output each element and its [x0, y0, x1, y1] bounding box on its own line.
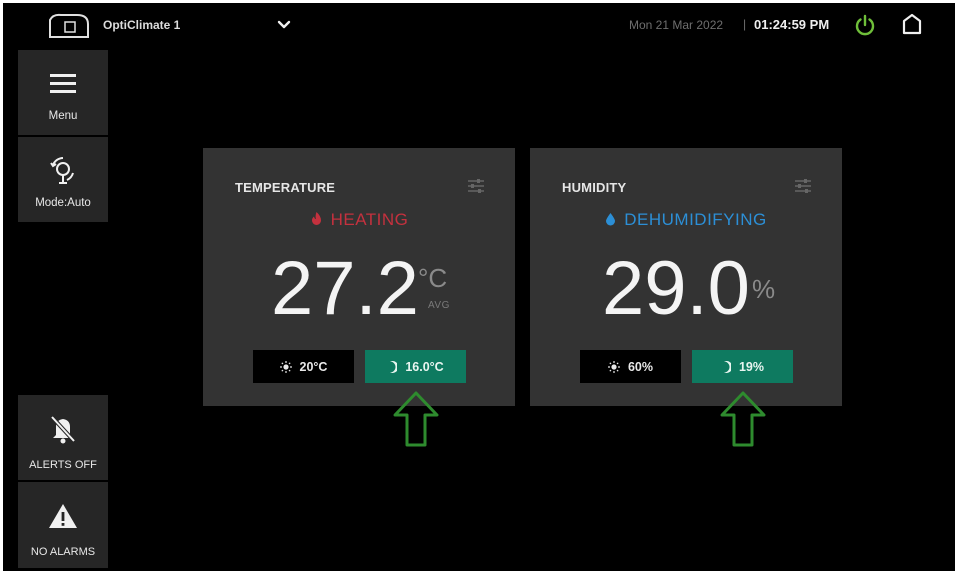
humidity-night-setpoint: 19% — [738, 359, 765, 374]
header-time: 01:24:59 PM — [754, 17, 830, 32]
temperature-day-setpoint: 20°C — [299, 359, 328, 374]
chevron-down-icon[interactable] — [275, 16, 293, 34]
humidity-title: HUMIDITY — [562, 180, 627, 195]
home-icon[interactable] — [900, 12, 924, 36]
sun-icon — [607, 360, 620, 373]
temperature-value: 27.2 — [271, 246, 419, 331]
mode-auto-icon — [50, 157, 74, 184]
mode-label: Mode:Auto — [35, 197, 91, 209]
bell-off-icon — [50, 415, 76, 444]
up-arrow-annotation-icon — [393, 391, 439, 447]
avg-label: AVG — [428, 300, 450, 311]
flame-icon — [311, 212, 321, 225]
temperature-title: TEMPERATURE — [235, 180, 336, 195]
menu-label: Menu — [48, 110, 78, 122]
alerts-off-button[interactable]: ALERTS OFF — [18, 395, 108, 480]
header-date: Mon 21 Mar 2022 — [629, 18, 724, 32]
power-icon[interactable] — [853, 13, 877, 37]
humidity-value: 29.0 — [602, 246, 750, 331]
temperature-night-setpoint: 16.0°C — [405, 359, 444, 374]
temperature-card: TEMPERATURE HEATING 27.2 °C AVG 20°C 16.… — [203, 148, 515, 406]
sliders-settings-icon[interactable] — [794, 178, 812, 194]
water-drop-icon — [606, 213, 616, 226]
warning-icon — [49, 504, 77, 528]
hamburger-menu-icon — [50, 74, 76, 93]
header-separator: | — [743, 17, 747, 31]
moon-icon — [390, 360, 398, 373]
device-logo-icon — [49, 13, 89, 38]
heating-status: HEATING — [203, 210, 515, 230]
moon-icon — [723, 360, 731, 373]
humidity-card: HUMIDITY DEHUMIDIFYING 29.0 % 60% 19% — [530, 148, 842, 406]
sun-icon — [279, 360, 292, 373]
sliders-settings-icon[interactable] — [467, 178, 485, 194]
humidity-unit: % — [752, 274, 776, 304]
temperature-night-setpoint-button[interactable]: 16.0°C — [365, 350, 466, 383]
humidity-day-setpoint: 60% — [627, 359, 654, 374]
screen: OptiClimate 1 Mon 21 Mar 2022 | 01:24:59… — [3, 3, 955, 571]
device-name: OptiClimate 1 — [103, 18, 181, 32]
dehumidifying-status-text: DEHUMIDIFYING — [624, 210, 767, 229]
alerts-off-label: ALERTS OFF — [29, 459, 97, 471]
up-arrow-annotation-icon — [720, 391, 766, 447]
mode-button[interactable]: Mode:Auto — [18, 137, 108, 222]
humidity-day-setpoint-button[interactable]: 60% — [580, 350, 681, 383]
dehumidifying-status: DEHUMIDIFYING — [530, 210, 842, 230]
temperature-unit: °C — [418, 263, 448, 293]
no-alarms-button[interactable]: NO ALARMS — [18, 482, 108, 568]
humidity-night-setpoint-button[interactable]: 19% — [692, 350, 793, 383]
temperature-day-setpoint-button[interactable]: 20°C — [253, 350, 354, 383]
heating-status-text: HEATING — [330, 210, 409, 229]
no-alarms-label: NO ALARMS — [30, 546, 96, 558]
menu-button[interactable]: Menu — [18, 50, 108, 135]
